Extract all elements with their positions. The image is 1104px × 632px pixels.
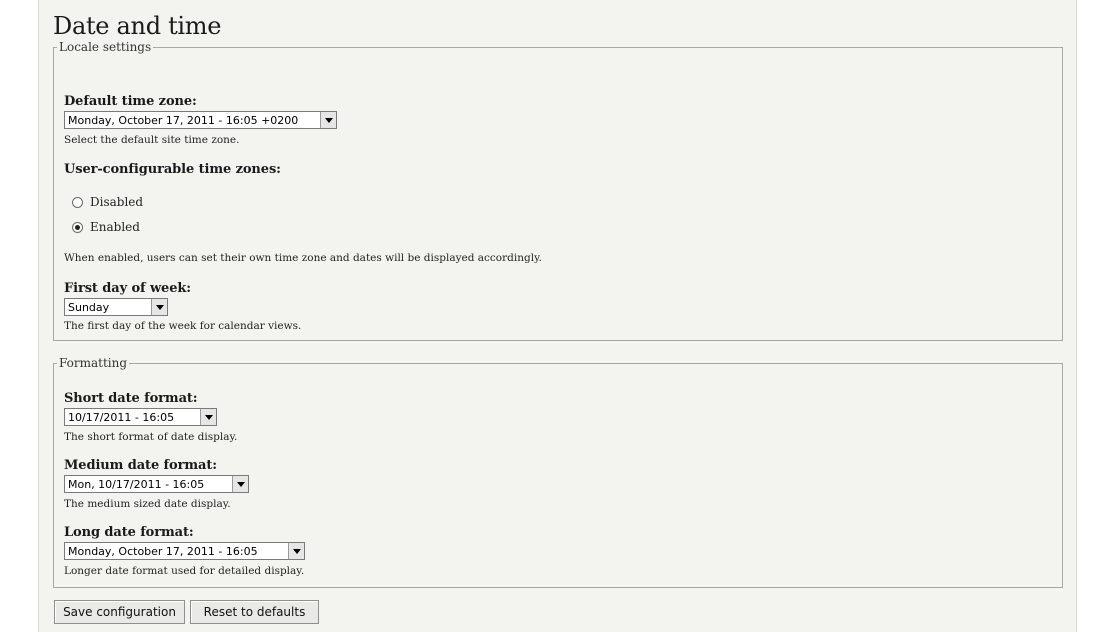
short-format-select[interactable]: 10/17/2011 - 16:05 xyxy=(64,408,217,426)
short-format-value: 10/17/2011 - 16:05 xyxy=(68,410,175,424)
radio-disabled[interactable] xyxy=(72,196,83,208)
medium-format-label: Medium date format: xyxy=(64,458,217,473)
medium-format-select[interactable]: Mon, 10/17/2011 - 16:05 xyxy=(64,475,249,493)
chevron-down-icon[interactable] xyxy=(288,543,304,559)
short-format-label: Short date format: xyxy=(64,391,198,406)
default-timezone-select[interactable]: Monday, October 17, 2011 - 16:05 +0200 xyxy=(64,111,337,129)
radio-enabled-label: Enabled xyxy=(90,220,140,234)
radio-enabled[interactable] xyxy=(72,221,83,233)
user-timezones-description: When enabled, users can set their own ti… xyxy=(64,252,542,264)
radio-disabled-label: Disabled xyxy=(90,195,144,209)
first-day-select[interactable]: Sunday xyxy=(64,298,168,316)
radio-option-enabled[interactable]: Enabled xyxy=(72,220,140,234)
locale-settings-legend: Locale settings xyxy=(59,40,152,54)
long-format-value: Monday, October 17, 2011 - 16:05 xyxy=(68,544,258,558)
medium-format-description: The medium sized date display. xyxy=(64,498,231,510)
first-day-label: First day of week: xyxy=(64,281,191,296)
page-title: Date and time xyxy=(53,12,222,40)
reset-to-defaults-button[interactable]: Reset to defaults xyxy=(190,600,319,624)
locale-settings-fieldset: Locale settings Default time zone: Monda… xyxy=(53,40,1063,341)
short-format-description: The short format of date display. xyxy=(64,431,238,443)
save-configuration-button[interactable]: Save configuration xyxy=(54,600,185,624)
default-timezone-label: Default time zone: xyxy=(64,94,197,109)
chevron-down-icon[interactable] xyxy=(232,476,248,492)
long-format-description: Longer date format used for detailed dis… xyxy=(64,565,305,577)
long-format-select[interactable]: Monday, October 17, 2011 - 16:05 xyxy=(64,542,305,560)
user-timezones-label: User-configurable time zones: xyxy=(64,162,281,177)
first-day-value: Sunday xyxy=(68,300,110,314)
chevron-down-icon[interactable] xyxy=(320,112,336,128)
chevron-down-icon[interactable] xyxy=(200,409,216,425)
formatting-fieldset: Formatting Short date format: 10/17/2011… xyxy=(53,356,1063,588)
long-format-label: Long date format: xyxy=(64,525,194,540)
default-timezone-description: Select the default site time zone. xyxy=(64,134,240,146)
first-day-description: The first day of the week for calendar v… xyxy=(64,320,302,332)
medium-format-value: Mon, 10/17/2011 - 16:05 xyxy=(68,477,205,491)
default-timezone-value: Monday, October 17, 2011 - 16:05 +0200 xyxy=(68,113,299,127)
chevron-down-icon[interactable] xyxy=(151,299,167,315)
main-content: Date and time Locale settings Default ti… xyxy=(38,0,1077,632)
radio-option-disabled[interactable]: Disabled xyxy=(72,195,143,209)
formatting-legend: Formatting xyxy=(59,356,128,370)
